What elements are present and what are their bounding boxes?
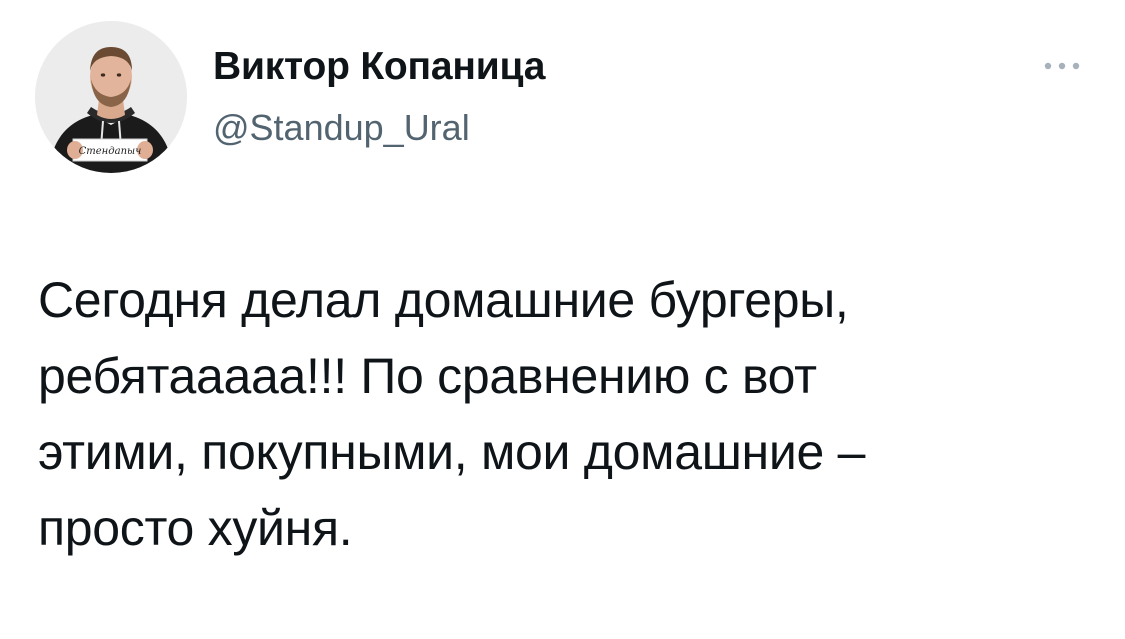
more-dots-icon	[1044, 62, 1080, 70]
author-avatar[interactable]: Стендапыч	[35, 21, 187, 173]
more-options-button[interactable]	[1032, 48, 1092, 84]
tweet-text: Сегодня делал домашние бургеры, ребятааа…	[38, 272, 866, 556]
tweet-card: Стендапыч Виктор Копаница @Standup_Ural …	[0, 0, 1125, 639]
author-display-name[interactable]: Виктор Копаница	[213, 44, 545, 90]
avatar-photo: Стендапыч	[35, 21, 187, 173]
avatar-sign-text: Стендапыч	[79, 146, 142, 157]
author-handle[interactable]: @Standup_Ural	[213, 107, 470, 149]
